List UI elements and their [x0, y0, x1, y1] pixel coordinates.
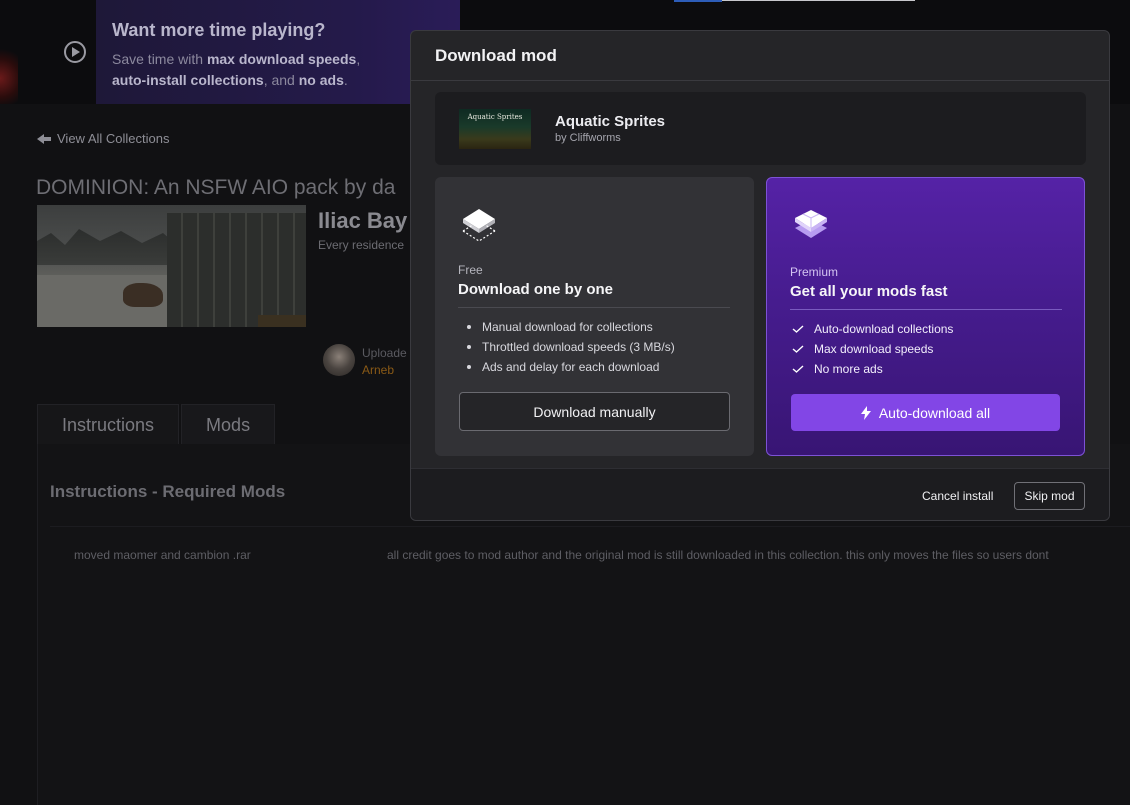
list-item: Max download speeds: [790, 339, 953, 359]
instruction-mod-name: moved maomer and cambion .rar: [74, 548, 251, 562]
list-item: No more ads: [790, 359, 953, 379]
image-hud: [258, 315, 306, 327]
list-item: Ads and delay for each download: [458, 357, 675, 377]
collection-summary: Every residence: [318, 238, 405, 252]
plan-heading-free: Download one by one: [458, 281, 614, 298]
banner-edge-art: [0, 40, 18, 104]
feature-text: No more ads: [814, 362, 883, 376]
download-manually-button[interactable]: Download manually: [459, 392, 730, 431]
bullet-icon: [467, 325, 471, 329]
skip-mod-button[interactable]: Skip mod: [1014, 482, 1085, 510]
play-icon[interactable]: [64, 41, 86, 63]
feature-text: Auto-download collections: [814, 322, 954, 336]
section-title: Instructions - Required Mods: [50, 482, 286, 501]
collection-tabs: Instructions Mods: [37, 404, 276, 444]
image-wall: [167, 213, 306, 327]
layers-icon: [462, 209, 496, 242]
free-feature-list: Manual download for collections Throttle…: [458, 317, 675, 377]
plan-heading-premium: Get all your mods fast: [790, 283, 948, 300]
mod-name: Aquatic Sprites: [555, 113, 666, 130]
uploader-label: Uploade: [362, 346, 407, 360]
lightning-icon: [860, 405, 871, 420]
view-all-label: View All Collections: [57, 131, 170, 146]
tab-instructions[interactable]: Instructions: [37, 404, 180, 444]
uploader-name-link[interactable]: Arneb: [362, 363, 394, 377]
feature-text: Ads and delay for each download: [482, 360, 660, 374]
dialog-header: Download mod: [411, 31, 1109, 81]
list-item: Auto-download collections: [790, 319, 953, 339]
list-item: Throttled download speeds (3 MB/s): [458, 337, 675, 357]
dialog-title: Download mod: [435, 45, 557, 65]
promo-text: Save time with max download speeds, auto-…: [112, 51, 361, 88]
download-mod-dialog: Download mod Aquatic Sprites Aquatic Spr…: [410, 30, 1110, 521]
premium-plan-card: Premium Get all your mods fast Auto-down…: [766, 177, 1085, 456]
feature-text: Max download speeds: [814, 342, 934, 356]
divider: [790, 309, 1062, 310]
check-icon: [792, 365, 804, 373]
top-accent-line: [722, 0, 915, 1]
bullet-icon: [467, 345, 471, 349]
bullet-icon: [467, 365, 471, 369]
auto-download-label: Auto-download all: [878, 404, 991, 421]
mod-summary-card: Aquatic Sprites Aquatic Sprites by Cliff…: [435, 92, 1086, 165]
auto-download-all-button[interactable]: Auto-download all: [791, 394, 1060, 431]
tab-mods[interactable]: Mods: [181, 404, 276, 444]
free-plan-card: Free Download one by one Manual download…: [435, 177, 754, 456]
plan-kicker-free: Free: [458, 263, 483, 277]
collection-title: DOMINION: An NSFW AIO pack by da: [36, 176, 396, 199]
plan-kicker-premium: Premium: [790, 265, 839, 279]
arrow-left-icon: [37, 133, 51, 145]
check-icon: [792, 325, 804, 333]
thumbnail-caption: Aquatic Sprites: [467, 113, 523, 121]
promo-title: Want more time playing?: [112, 20, 326, 40]
list-item: Manual download for collections: [458, 317, 675, 337]
divider: [50, 526, 1130, 527]
premium-promo-banner[interactable]: Want more time playing? Save time with m…: [96, 0, 460, 104]
premium-feature-list: Auto-download collections Max download s…: [790, 319, 953, 379]
feature-text: Throttled download speeds (3 MB/s): [482, 340, 675, 354]
diamond-icon: [795, 210, 827, 238]
mod-thumbnail: Aquatic Sprites: [459, 109, 531, 149]
collection-game-name: Iliac Bay: [318, 208, 408, 233]
feature-text: Manual download for collections: [482, 320, 653, 334]
instruction-note: all credit goes to mod author and the or…: [387, 548, 1049, 562]
view-all-collections-link[interactable]: View All Collections: [37, 131, 169, 146]
cancel-install-button[interactable]: Cancel install: [922, 482, 993, 510]
mod-author: by Cliffworms: [555, 132, 621, 144]
collection-image[interactable]: [37, 205, 306, 327]
divider: [458, 307, 730, 308]
image-ground: [37, 275, 187, 327]
check-icon: [792, 345, 804, 353]
avatar[interactable]: [323, 344, 355, 376]
top-accent-bar: [674, 0, 722, 2]
image-animal: [123, 283, 163, 307]
image-trees: [37, 229, 177, 265]
dialog-footer: Cancel install Skip mod: [411, 468, 1109, 520]
